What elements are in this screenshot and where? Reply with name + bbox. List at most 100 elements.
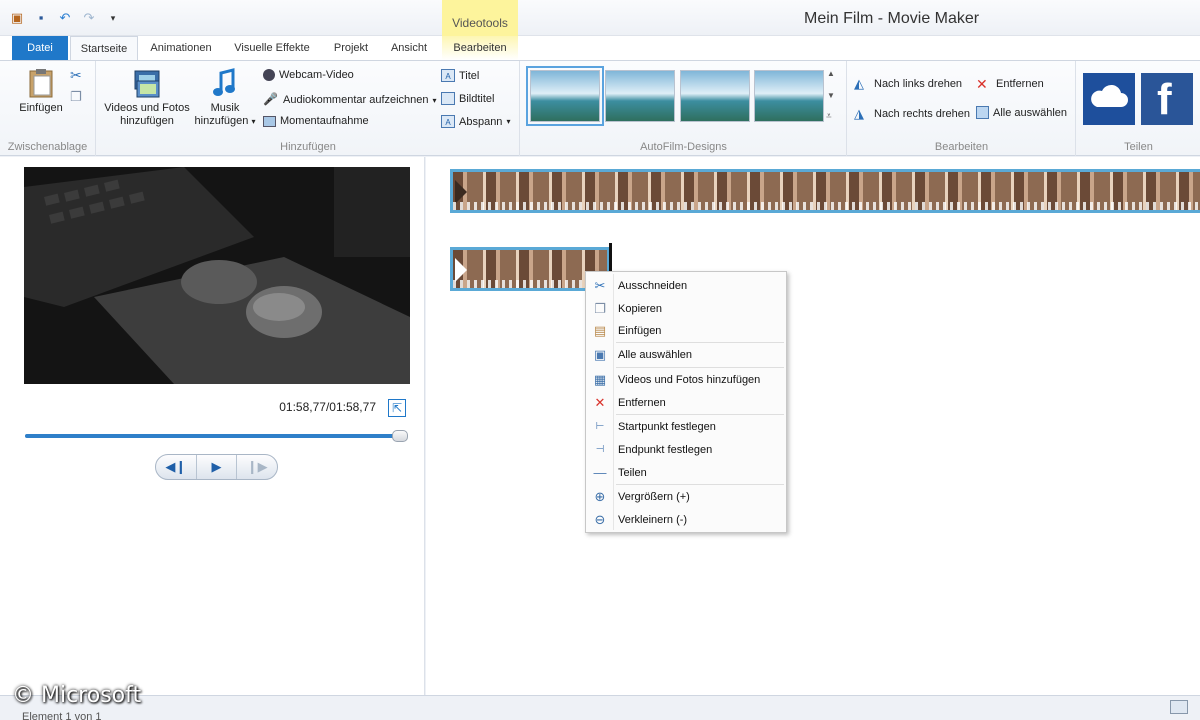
group-edit: ◭ Nach links drehen ◮ Nach rechts drehen… bbox=[848, 61, 1076, 156]
webcam-icon bbox=[263, 69, 275, 81]
seek-bar[interactable] bbox=[25, 430, 408, 442]
title-button[interactable]: A Titel bbox=[441, 69, 479, 82]
clip-start-marker-icon bbox=[455, 258, 467, 282]
caption-label: Bildtitel bbox=[459, 92, 495, 105]
app-icon[interactable]: ▣ bbox=[8, 10, 26, 26]
select-all-button[interactable]: Alle auswählen bbox=[976, 106, 1067, 119]
menu-item-set-start-point[interactable]: ⊢ Startpunkt festlegen bbox=[586, 416, 786, 438]
play-icon[interactable]: ▶ bbox=[195, 455, 237, 479]
end-point-icon: ⊣ bbox=[595, 444, 605, 455]
gallery-up-icon[interactable]: ▲ bbox=[827, 69, 835, 78]
menu-item-zoom-out[interactable]: ⊖ Verkleinern (-) bbox=[586, 509, 786, 531]
gallery-more-icon[interactable]: ⩡ bbox=[826, 111, 832, 122]
context-group-label: Videotools bbox=[452, 16, 508, 30]
menu-item-split[interactable]: — Teilen bbox=[586, 462, 786, 484]
tab-home[interactable]: Startseite bbox=[70, 36, 138, 61]
caption-icon bbox=[441, 92, 455, 105]
theme-thumbnail[interactable] bbox=[605, 70, 675, 122]
narration-button[interactable]: 🎤 Audiokommentar aufzeichnen ▾ bbox=[263, 92, 437, 108]
add-videos-photos-button[interactable]: Videos und Fotos hinzufügen bbox=[101, 67, 193, 128]
credits-button[interactable]: A Abspann ▾ bbox=[441, 115, 510, 128]
undo-icon[interactable]: ↶ bbox=[56, 10, 74, 26]
facebook-share-button[interactable]: f bbox=[1141, 73, 1193, 125]
playback-time: 01:58,77/01:58,77 bbox=[279, 400, 376, 414]
copy-icon[interactable]: ❐ bbox=[70, 89, 82, 105]
remove-button[interactable]: ✕ Entfernen bbox=[976, 76, 1044, 92]
group-add-label: Hinzufügen bbox=[280, 141, 336, 153]
theme-thumbnail[interactable] bbox=[526, 66, 604, 126]
group-add: Videos und Fotos hinzufügen Musik hinzuf… bbox=[97, 61, 520, 156]
clip-start-marker-icon bbox=[455, 180, 467, 204]
qat-dropdown-icon[interactable]: ▾ bbox=[104, 10, 122, 26]
tab-view[interactable]: Ansicht bbox=[382, 36, 436, 60]
group-clipboard-label: Zwischenablage bbox=[7, 141, 88, 153]
menu-item-label: Endpunkt festlegen bbox=[618, 444, 713, 456]
scissors-icon: ✂ bbox=[594, 278, 606, 293]
video-clip-strip[interactable] bbox=[450, 169, 1200, 213]
group-share: f Teilen bbox=[1077, 61, 1200, 156]
paste-icon bbox=[29, 69, 53, 98]
context-menu: ✂ Ausschneiden ❐ Kopieren ▤ Einfügen ▣ A… bbox=[585, 271, 787, 533]
seek-bar-progress bbox=[25, 434, 408, 438]
rotate-right-button[interactable]: ◮ Nach rechts drehen bbox=[854, 106, 970, 122]
group-share-label: Teilen bbox=[1124, 141, 1153, 153]
add-videos-photos-label-1: Videos und Fotos bbox=[104, 102, 190, 114]
video-frame-image bbox=[24, 167, 410, 384]
rotate-right-icon: ◮ bbox=[854, 106, 864, 121]
menu-item-label: Startpunkt festlegen bbox=[618, 421, 716, 433]
menu-item-copy[interactable]: ❐ Kopieren bbox=[586, 298, 786, 320]
redo-icon[interactable]: ↷ bbox=[80, 10, 98, 26]
cut-icon[interactable]: ✂ bbox=[70, 67, 82, 84]
remove-icon: ✕ bbox=[594, 395, 606, 410]
menu-item-cut[interactable]: ✂ Ausschneiden bbox=[586, 275, 786, 297]
menu-item-remove[interactable]: ✕ Entfernen bbox=[586, 392, 786, 414]
next-frame-icon[interactable]: ❙▶ bbox=[236, 455, 277, 479]
rotate-left-button[interactable]: ◭ Nach links drehen bbox=[854, 76, 962, 92]
storyboard-view-icon[interactable] bbox=[1170, 700, 1188, 714]
tab-project[interactable]: Projekt bbox=[322, 36, 380, 60]
caption-button[interactable]: Bildtitel bbox=[441, 92, 494, 105]
zoom-out-icon: ⊖ bbox=[594, 512, 606, 527]
menu-separator bbox=[616, 414, 784, 415]
menu-item-select-all[interactable]: ▣ Alle auswählen bbox=[586, 344, 786, 366]
copy-icon: ❐ bbox=[594, 301, 606, 316]
previous-frame-icon[interactable]: ◀❙ bbox=[156, 455, 196, 479]
webcam-video-button[interactable]: Webcam-Video bbox=[263, 69, 354, 81]
storyboard-pane bbox=[426, 157, 1200, 695]
fullscreen-expand-icon[interactable]: ⇱ bbox=[388, 399, 406, 417]
tab-animations[interactable]: Animationen bbox=[140, 36, 222, 60]
menu-item-add-media[interactable]: ▦ Videos und Fotos hinzufügen bbox=[586, 369, 786, 391]
theme-thumbnail[interactable] bbox=[680, 70, 750, 122]
select-all-icon bbox=[976, 106, 989, 119]
snapshot-button[interactable]: Momentaufnahme bbox=[263, 115, 369, 127]
remove-icon: ✕ bbox=[976, 76, 988, 92]
menu-item-label: Vergrößern (+) bbox=[618, 491, 690, 503]
tab-visual-effects[interactable]: Visuelle Effekte bbox=[226, 36, 318, 60]
menu-item-label: Teilen bbox=[618, 467, 647, 479]
gallery-down-icon[interactable]: ▼ bbox=[827, 91, 835, 100]
save-icon[interactable]: ▪ bbox=[32, 10, 50, 26]
zoom-in-icon: ⊕ bbox=[594, 489, 606, 504]
chevron-down-icon: ▾ bbox=[432, 95, 437, 105]
tab-file[interactable]: Datei bbox=[12, 36, 68, 60]
ribbon: Einfügen ✂ ❐ Zwischenablage Videos und F… bbox=[0, 60, 1200, 156]
ribbon-tabs: Datei Startseite Animationen Visuelle Ef… bbox=[0, 36, 1200, 61]
theme-thumbnail[interactable] bbox=[754, 70, 824, 122]
video-preview[interactable] bbox=[24, 167, 410, 384]
paste-button[interactable]: Einfügen bbox=[14, 67, 68, 115]
cloud-icon bbox=[1091, 84, 1128, 107]
group-themes-label: AutoFilm-Designs bbox=[640, 141, 727, 153]
seek-bar-thumb[interactable] bbox=[392, 430, 408, 442]
menu-item-zoom-in[interactable]: ⊕ Vergrößern (+) bbox=[586, 486, 786, 508]
credits-label: Abspann bbox=[459, 115, 503, 128]
chevron-down-icon: ▾ bbox=[506, 117, 511, 126]
add-music-button[interactable]: Musik hinzufügen ▾ bbox=[193, 67, 257, 128]
status-bar: Element 1 von 1 bbox=[0, 695, 1200, 720]
onedrive-share-button[interactable] bbox=[1083, 73, 1135, 125]
menu-item-set-end-point[interactable]: ⊣ Endpunkt festlegen bbox=[586, 439, 786, 461]
start-point-icon: ⊢ bbox=[595, 421, 605, 432]
rotate-left-icon: ◭ bbox=[854, 76, 864, 91]
tab-edit-videotools[interactable]: Bearbeiten bbox=[442, 36, 518, 60]
select-all-icon: ▣ bbox=[593, 347, 607, 362]
menu-item-paste[interactable]: ▤ Einfügen bbox=[586, 320, 786, 342]
